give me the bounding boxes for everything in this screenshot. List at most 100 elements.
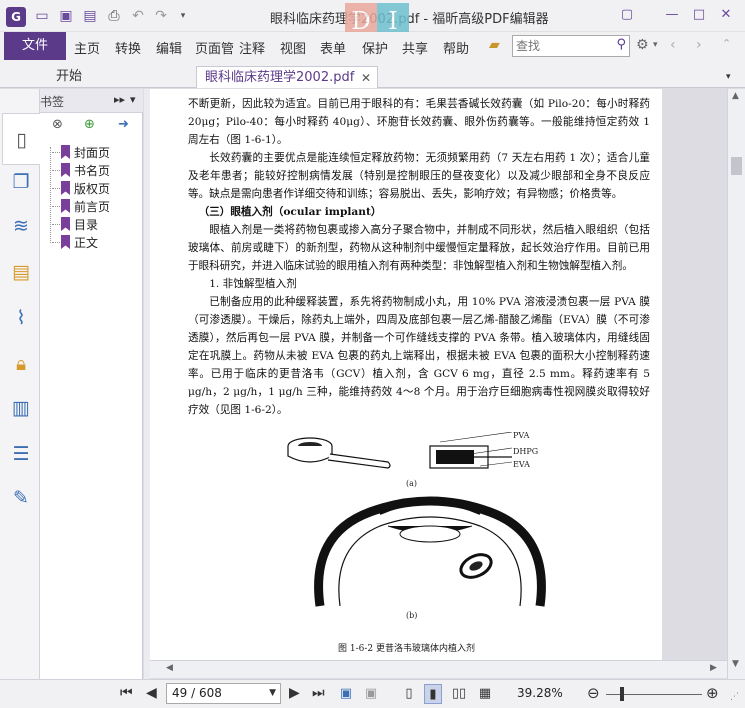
scroll-down-icon[interactable]: ▼ — [732, 659, 739, 669]
forward-icon[interactable]: › — [696, 37, 702, 53]
bookmark-item[interactable]: 封面页 — [52, 143, 138, 161]
close-tab-icon[interactable]: ✕ — [361, 67, 371, 89]
single-page-view-icon[interactable]: ▯ — [400, 684, 418, 704]
figure-label-dhpg: DHPG — [513, 447, 539, 456]
tab-document[interactable]: 眼科临床药理学2002.pdf ✕ — [196, 66, 378, 88]
menu-convert[interactable]: 转换 — [115, 38, 141, 57]
paragraph: 已制备应用的此种缓释装置，系先将药物制成小丸，用 10% PVA 溶液浸渍包裹一… — [188, 296, 650, 416]
redo-icon[interactable]: ↷ — [152, 7, 170, 25]
collapse-panel-icon[interactable]: ▸▸ — [114, 93, 125, 106]
search-icon[interactable]: ⚲ — [616, 37, 626, 52]
comments-icon[interactable]: ▤ — [8, 259, 34, 285]
back-icon[interactable]: ‹ — [670, 37, 676, 53]
folder-search-icon[interactable]: ▰ — [489, 37, 500, 53]
tree-line — [50, 147, 51, 243]
vertical-scroll-thumb[interactable] — [731, 157, 742, 175]
subsection-heading: 1. 非蚀解型植入剂 — [209, 278, 297, 290]
search-box[interactable]: ⚲ — [512, 35, 630, 57]
zoom-level[interactable]: 39.28% — [517, 686, 563, 700]
first-page-icon[interactable]: ⏮ — [120, 685, 133, 701]
layers-icon[interactable]: ≋ — [8, 213, 34, 239]
navigation-panel-bar: ▯ ❐ ≋ ▤ ⌇ 🔒︎ ▥ ☰ ✎ — [0, 89, 40, 679]
menu-edit[interactable]: 编辑 — [156, 38, 182, 57]
scroll-left-icon[interactable]: ◀ — [166, 663, 173, 673]
menu-protect[interactable]: 保护 — [362, 38, 388, 57]
menu-page-manage[interactable]: 页面管 — [195, 38, 237, 57]
next-view-icon[interactable]: ▣ — [362, 684, 380, 704]
folder-open-icon[interactable]: ▭ — [33, 7, 51, 25]
attachments-icon[interactable]: ⌇ — [8, 305, 34, 331]
page-number-field[interactable]: 49 / 608 ▼ — [166, 683, 281, 704]
menu-share[interactable]: 共享 — [402, 38, 428, 57]
menu-view[interactable]: 视图 — [280, 38, 306, 57]
close-icon[interactable]: ✕ — [717, 6, 735, 24]
bookmark-item[interactable]: 前言页 — [52, 197, 138, 215]
tab-list-dropdown-icon[interactable]: ▾ — [726, 66, 731, 88]
save-as-icon[interactable]: ▤ — [81, 7, 99, 25]
bookmark-panel-icon[interactable]: ▯ — [2, 113, 40, 165]
window-title: 眼科临床药理学2002.pdf - 福昕高级PDF编辑器 — [270, 12, 549, 27]
scroll-right-icon[interactable]: ▶ — [710, 663, 717, 673]
vertical-scrollbar[interactable]: ▲ ▼ — [727, 89, 745, 679]
content-list-icon[interactable]: ☰ — [8, 441, 34, 467]
zoom-out-icon[interactable]: ⊖ — [587, 684, 600, 702]
minimize-icon[interactable]: — — [663, 6, 681, 24]
zoom-in-icon[interactable]: ⊕ — [706, 684, 719, 702]
resize-grip-icon[interactable]: ⋰ — [730, 692, 739, 702]
bookmark-item[interactable]: 正文 — [52, 233, 138, 251]
page-dropdown-icon[interactable]: ▼ — [269, 684, 276, 703]
figure-b-eye — [314, 496, 546, 607]
menu-help[interactable]: 帮助 — [443, 38, 469, 57]
bookmark-flag-icon — [61, 181, 70, 195]
tab-start[interactable]: 开始 — [56, 66, 82, 88]
previous-page-icon[interactable]: ◀ — [146, 685, 157, 701]
bookmark-item[interactable]: 书名页 — [52, 161, 138, 179]
facing-view-icon[interactable]: ▯▯ — [450, 684, 468, 704]
gear-icon[interactable]: ⚙ — [636, 37, 649, 53]
page-thumbnails-icon[interactable]: ❐ — [8, 169, 34, 195]
undo-icon[interactable]: ↶ — [129, 7, 147, 25]
paragraph: 长效药囊的主要优点是能连续恒定释放药物：无须频繁用药（7 天左右用药 1 次）；… — [188, 152, 650, 200]
restore-icon[interactable]: ▢ — [618, 6, 636, 24]
collapse-ribbon-icon[interactable]: ⌃ — [722, 37, 731, 50]
figure-label-pva: PVA — [513, 431, 530, 440]
bookmark-item[interactable]: 目录 — [52, 215, 138, 233]
bookmark-panel-header: 书签 ▸▸ ▾ — [40, 89, 143, 113]
app-logo-icon[interactable]: G — [6, 7, 26, 27]
tab-document-label: 眼科临床药理学2002.pdf — [205, 70, 355, 85]
title-bar: G ▭ ▣ ▤ ⎙ ↶ ↷ ▾ 眼科临床药理学2002.pdf - 福昕高级PD… — [0, 0, 745, 39]
file-menu-button[interactable]: 文件 — [4, 32, 66, 60]
security-lock-icon[interactable]: 🔒︎ — [8, 351, 34, 377]
bookmark-flag-icon — [61, 235, 70, 249]
menu-comment[interactable]: 注释 — [239, 38, 265, 57]
section-heading: （三）眼植入剂（ocular implant） — [198, 206, 382, 218]
add-bookmark-icon[interactable]: ⊕ — [84, 117, 95, 132]
bookmark-panel-title: 书签 — [40, 95, 65, 109]
expand-bookmark-icon[interactable]: ➜ — [118, 117, 129, 132]
panel-menu-icon[interactable]: ▾ — [130, 93, 136, 106]
figure-label-eva: EVA — [513, 460, 530, 469]
print-icon[interactable]: ⎙ — [105, 7, 123, 25]
maximize-icon[interactable]: □ — [690, 6, 708, 24]
zoom-slider-thumb[interactable] — [620, 687, 624, 701]
figure-b-caption: (b) — [406, 611, 418, 620]
previous-view-icon[interactable]: ▣ — [337, 684, 355, 704]
bookmark-flag-icon — [61, 217, 70, 231]
save-icon[interactable]: ▣ — [57, 7, 75, 25]
bookmark-item[interactable]: 版权页 — [52, 179, 138, 197]
menu-form[interactable]: 表单 — [320, 38, 346, 57]
document-properties-icon[interactable]: ▥ — [8, 395, 34, 421]
customize-dropdown-icon[interactable]: ▾ — [174, 7, 192, 25]
signature-icon[interactable]: ✎ — [8, 485, 34, 511]
delete-bookmark-icon[interactable]: ⊗ — [52, 117, 63, 132]
horizontal-scrollbar[interactable]: ◀ ▶ — [150, 660, 727, 678]
gear-dropdown-icon[interactable]: ▾ — [653, 40, 658, 50]
menu-home[interactable]: 主页 — [74, 38, 100, 57]
continuous-view-icon[interactable]: ▮ — [424, 684, 442, 704]
search-input[interactable] — [513, 36, 609, 56]
next-page-icon[interactable]: ▶ — [289, 685, 300, 701]
scroll-up-icon[interactable]: ▲ — [732, 91, 739, 101]
last-page-icon[interactable]: ⏭ — [312, 685, 325, 701]
continuous-facing-view-icon[interactable]: ▦ — [476, 684, 494, 704]
paragraph: 不断更新，因此较为适宜。目前已用于眼科的有：毛果芸香碱长效药囊（如 Pilo-2… — [188, 98, 650, 146]
